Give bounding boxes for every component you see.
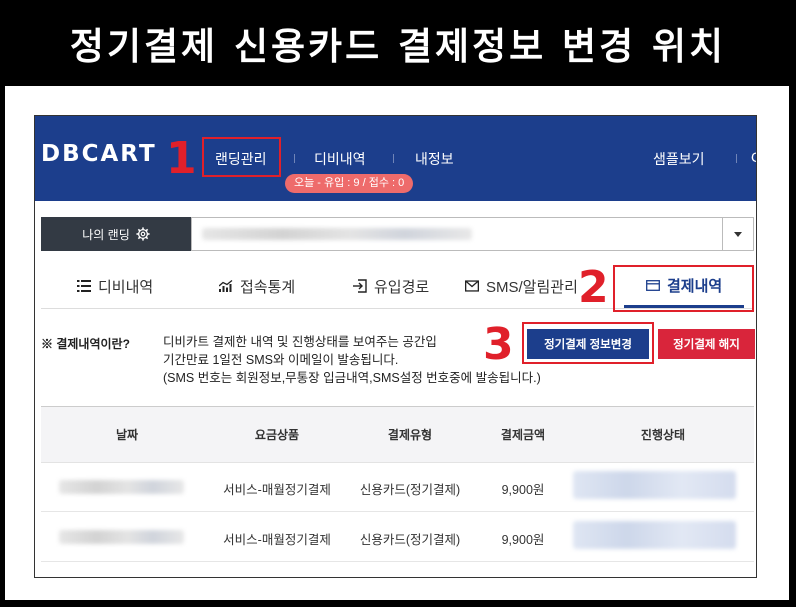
table-row: 서비스-매월정기결제 신용카드(정기결제) 9,900원 (41, 513, 754, 562)
nav-landing-management[interactable]: 랜딩관리 (215, 149, 267, 169)
table-header: 날짜 요금상품 결제유형 결제금액 진행상태 (41, 406, 754, 463)
tab-label: SMS/알림관리 (486, 278, 578, 296)
change-billing-info-button[interactable]: 정기결제 정보변경 (527, 329, 649, 359)
landing-select[interactable] (191, 217, 754, 251)
today-stats-badge: 오늘 - 유입 : 9 / 접수 : 0 (285, 174, 414, 193)
header-date: 날짜 (115, 428, 139, 442)
tab-label: 결제내역 (667, 278, 723, 295)
nav-my-info[interactable]: 내정보 (415, 149, 454, 169)
logo[interactable]: DBCART (41, 141, 157, 167)
row-amount: 9,900원 (501, 533, 545, 547)
chart-icon (219, 279, 233, 293)
row-product: 서비스-매월정기결제 (223, 533, 331, 547)
my-landing-button[interactable]: 나의 랜딩 (41, 217, 191, 251)
tab-sms-notifications[interactable]: SMS/알림관리 (465, 266, 578, 306)
cancel-subscription-button[interactable]: 정기결제 해지 (658, 329, 755, 359)
tab-payment-history[interactable]: 결제내역 (624, 266, 745, 308)
annotation-number-1: 1 (166, 133, 197, 184)
nav-sample-view[interactable]: 샘플보기 (653, 149, 705, 169)
banner-title: 정기결제 신용카드 결제정보 변경 위치 (69, 25, 727, 68)
table-row: 서비스-매월정기결제 신용카드(정기결제) 9,900원 (41, 463, 754, 512)
header-amount: 결제금액 (500, 428, 546, 442)
blurred-date (59, 480, 184, 494)
row-payment-type: 신용카드(정기결제) (359, 533, 461, 547)
my-landing-label: 나의 랜딩 (82, 227, 130, 242)
mail-icon (465, 279, 479, 293)
nav-divider (393, 154, 394, 163)
nav-divider (736, 154, 737, 163)
nav-divider (294, 154, 295, 163)
blurred-date (59, 530, 184, 544)
tab-bar: 디비내역 접속통계 유입경로 SMS/알림관리 결제내역 (41, 266, 754, 309)
annotation-number-2: 2 (578, 262, 609, 313)
nav-db-history[interactable]: 디비내역 (314, 149, 366, 169)
list-icon (77, 279, 91, 293)
card-icon (646, 279, 660, 293)
annotation-number-3: 3 (483, 319, 514, 370)
top-navbar: DBCART 랜딩관리 디비내역 내정보 샘플보기 C 오늘 - 유입 : 9 … (35, 116, 756, 201)
signin-icon (353, 279, 367, 293)
blurred-landing-url (202, 228, 472, 240)
title-banner: 정기결제 신용카드 결제정보 변경 위치 (0, 0, 796, 86)
header-status: 진행상태 (640, 428, 686, 442)
nav-cut-item[interactable]: C (751, 149, 756, 165)
header-product: 요금상품 (254, 428, 300, 442)
blurred-status (573, 521, 736, 549)
tab-inflow-path[interactable]: 유입경로 (353, 266, 429, 306)
chevron-down-icon (734, 231, 742, 237)
tab-label: 유입경로 (374, 278, 430, 296)
select-dropdown-toggle[interactable] (722, 218, 753, 250)
info-title: ※ 결제내역이란? (41, 337, 130, 351)
row-payment-type: 신용카드(정기결제) (359, 483, 461, 497)
tab-label: 디비내역 (98, 278, 154, 296)
info-line: (SMS 번호는 회원정보,무통장 입금내역,SMS설정 번호중에 발송됩니다.… (163, 371, 541, 385)
tab-access-stats[interactable]: 접속통계 (219, 266, 295, 306)
row-amount: 9,900원 (501, 483, 545, 497)
tab-db-history[interactable]: 디비내역 (77, 266, 153, 306)
blurred-status (573, 471, 736, 499)
header-payment-type: 결제유형 (387, 428, 433, 442)
gear-icon (136, 227, 150, 241)
app-screenshot: DBCART 랜딩관리 디비내역 내정보 샘플보기 C 오늘 - 유입 : 9 … (34, 115, 757, 578)
row-product: 서비스-매월정기결제 (223, 483, 331, 497)
tab-label: 접속통계 (240, 278, 296, 296)
